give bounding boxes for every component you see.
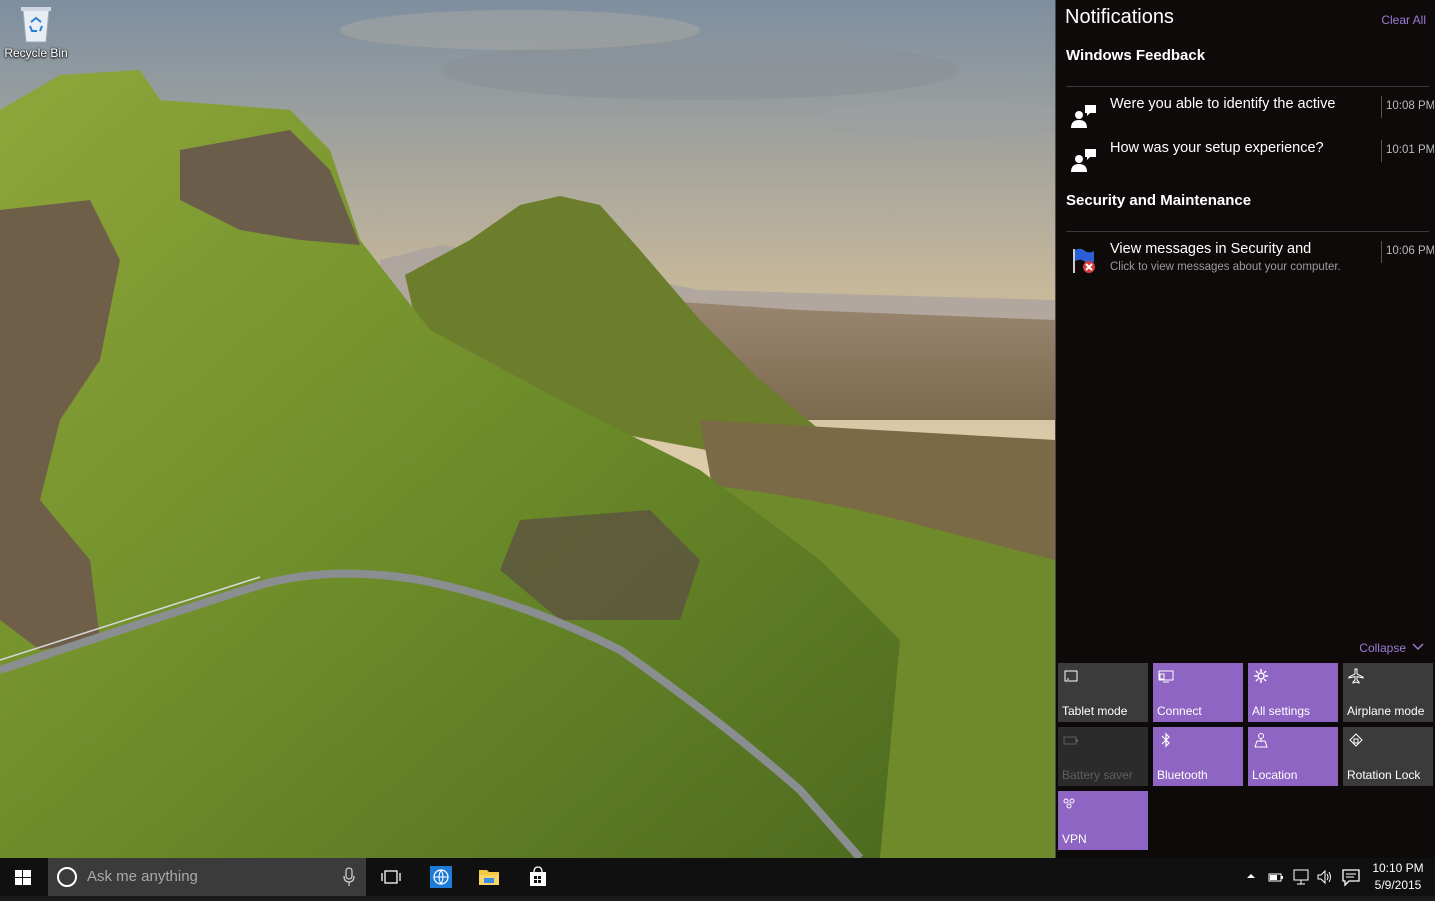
tile-label: Location [1252, 768, 1298, 782]
windows-logo-icon [15, 870, 31, 885]
notification-text: View messages in Security and [1110, 241, 1312, 257]
power-battery-icon[interactable] [1267, 868, 1285, 886]
rotation-lock-tile[interactable]: Rotation Lock [1343, 727, 1433, 786]
feedback-person-icon [1068, 144, 1098, 174]
connect-icon [1158, 670, 1174, 683]
task-view-button[interactable] [369, 858, 413, 896]
microphone-icon[interactable] [342, 867, 356, 887]
clear-all-button[interactable]: Clear All [1381, 13, 1426, 27]
battery-saver-icon [1063, 736, 1078, 745]
file-explorer-icon [479, 870, 499, 885]
connect-tile[interactable]: Connect [1153, 663, 1243, 722]
recycle-bin-desktop-icon[interactable]: Recycle Bin [4, 4, 68, 60]
notification-time: 10:01 PM [1381, 140, 1434, 162]
clock-time: 10:10 PM [1372, 861, 1424, 875]
collapse-label: Collapse [1359, 641, 1406, 655]
notification-group-title[interactable]: Security and Maintenance [1066, 192, 1251, 209]
vpn-icon [1063, 798, 1075, 809]
taskbar: Ask me anything 10:10 PM 5/9/2015 [0, 858, 1435, 896]
quick-actions-grid: Tablet mode Connect All settings Airplan… [1058, 663, 1434, 853]
tile-label: Rotation Lock [1347, 768, 1421, 782]
notification-text: How was your setup experience? [1110, 140, 1324, 156]
action-center-icon[interactable] [1341, 867, 1361, 887]
location-tile[interactable]: Location [1248, 727, 1338, 786]
action-center-title: Notifications [1065, 6, 1174, 28]
collapse-button[interactable]: Collapse [1359, 641, 1424, 655]
tablet-mode-icon [1064, 670, 1078, 682]
recycle-bin-label: Recycle Bin [4, 46, 68, 60]
notification-time: 10:08 PM [1381, 96, 1434, 118]
cortana-search-box[interactable]: Ask me anything [48, 858, 366, 896]
battery-saver-tile[interactable]: Battery saver [1058, 727, 1148, 786]
store-button[interactable] [516, 858, 560, 896]
bluetooth-tile[interactable]: Bluetooth [1153, 727, 1243, 786]
vpn-tile[interactable]: VPN [1058, 791, 1148, 850]
tile-label: Airplane mode [1347, 704, 1425, 718]
tile-label: All settings [1252, 704, 1311, 718]
edge-browser-icon [430, 866, 452, 888]
security-flag-icon [1068, 245, 1098, 275]
search-placeholder: Ask me anything [87, 868, 198, 885]
rotation-lock-icon [1349, 733, 1363, 747]
notification-item[interactable]: View messages in Security and Click to v… [1056, 241, 1435, 281]
notification-text: Were you able to identify the active [1110, 96, 1336, 112]
task-view-icon [381, 870, 401, 884]
start-button[interactable] [0, 858, 46, 896]
network-icon[interactable] [1292, 868, 1310, 886]
location-icon [1254, 733, 1268, 748]
cortana-icon [57, 867, 77, 887]
file-explorer-button[interactable] [467, 858, 511, 896]
group-divider [1066, 86, 1429, 87]
feedback-person-icon [1068, 100, 1098, 130]
tile-label: Battery saver [1062, 768, 1133, 782]
notification-item[interactable]: How was your setup experience? 10:01 PM [1056, 140, 1435, 180]
taskbar-clock[interactable]: 10:10 PM 5/9/2015 [1362, 860, 1434, 894]
notification-group-title[interactable]: Windows Feedback [1066, 47, 1205, 64]
notification-item[interactable]: Were you able to identify the active 10:… [1056, 96, 1435, 136]
show-hidden-icons-chevron-icon[interactable] [1245, 870, 1257, 882]
settings-gear-icon [1254, 669, 1268, 683]
store-icon [530, 866, 546, 886]
volume-icon[interactable] [1316, 868, 1334, 886]
tile-label: Bluetooth [1157, 768, 1208, 782]
group-divider [1066, 231, 1429, 232]
clock-date: 5/9/2015 [1374, 878, 1422, 892]
tile-label: VPN [1062, 832, 1087, 846]
all-settings-tile[interactable]: All settings [1248, 663, 1338, 722]
airplane-icon [1348, 668, 1364, 684]
notification-subtext: Click to view messages about your comput… [1110, 261, 1341, 273]
notification-time: 10:06 PM [1381, 241, 1434, 263]
tile-label: Connect [1157, 704, 1202, 718]
edge-browser-button[interactable] [419, 858, 463, 896]
recycle-bin-icon [19, 4, 53, 44]
tile-label: Tablet mode [1062, 704, 1128, 718]
airplane-mode-tile[interactable]: Airplane mode [1343, 663, 1433, 722]
action-center-panel: Notifications Clear All Windows Feedback… [1055, 0, 1435, 858]
chevron-down-icon [1412, 640, 1424, 654]
tablet-mode-tile[interactable]: Tablet mode [1058, 663, 1148, 722]
bluetooth-icon [1161, 732, 1170, 748]
